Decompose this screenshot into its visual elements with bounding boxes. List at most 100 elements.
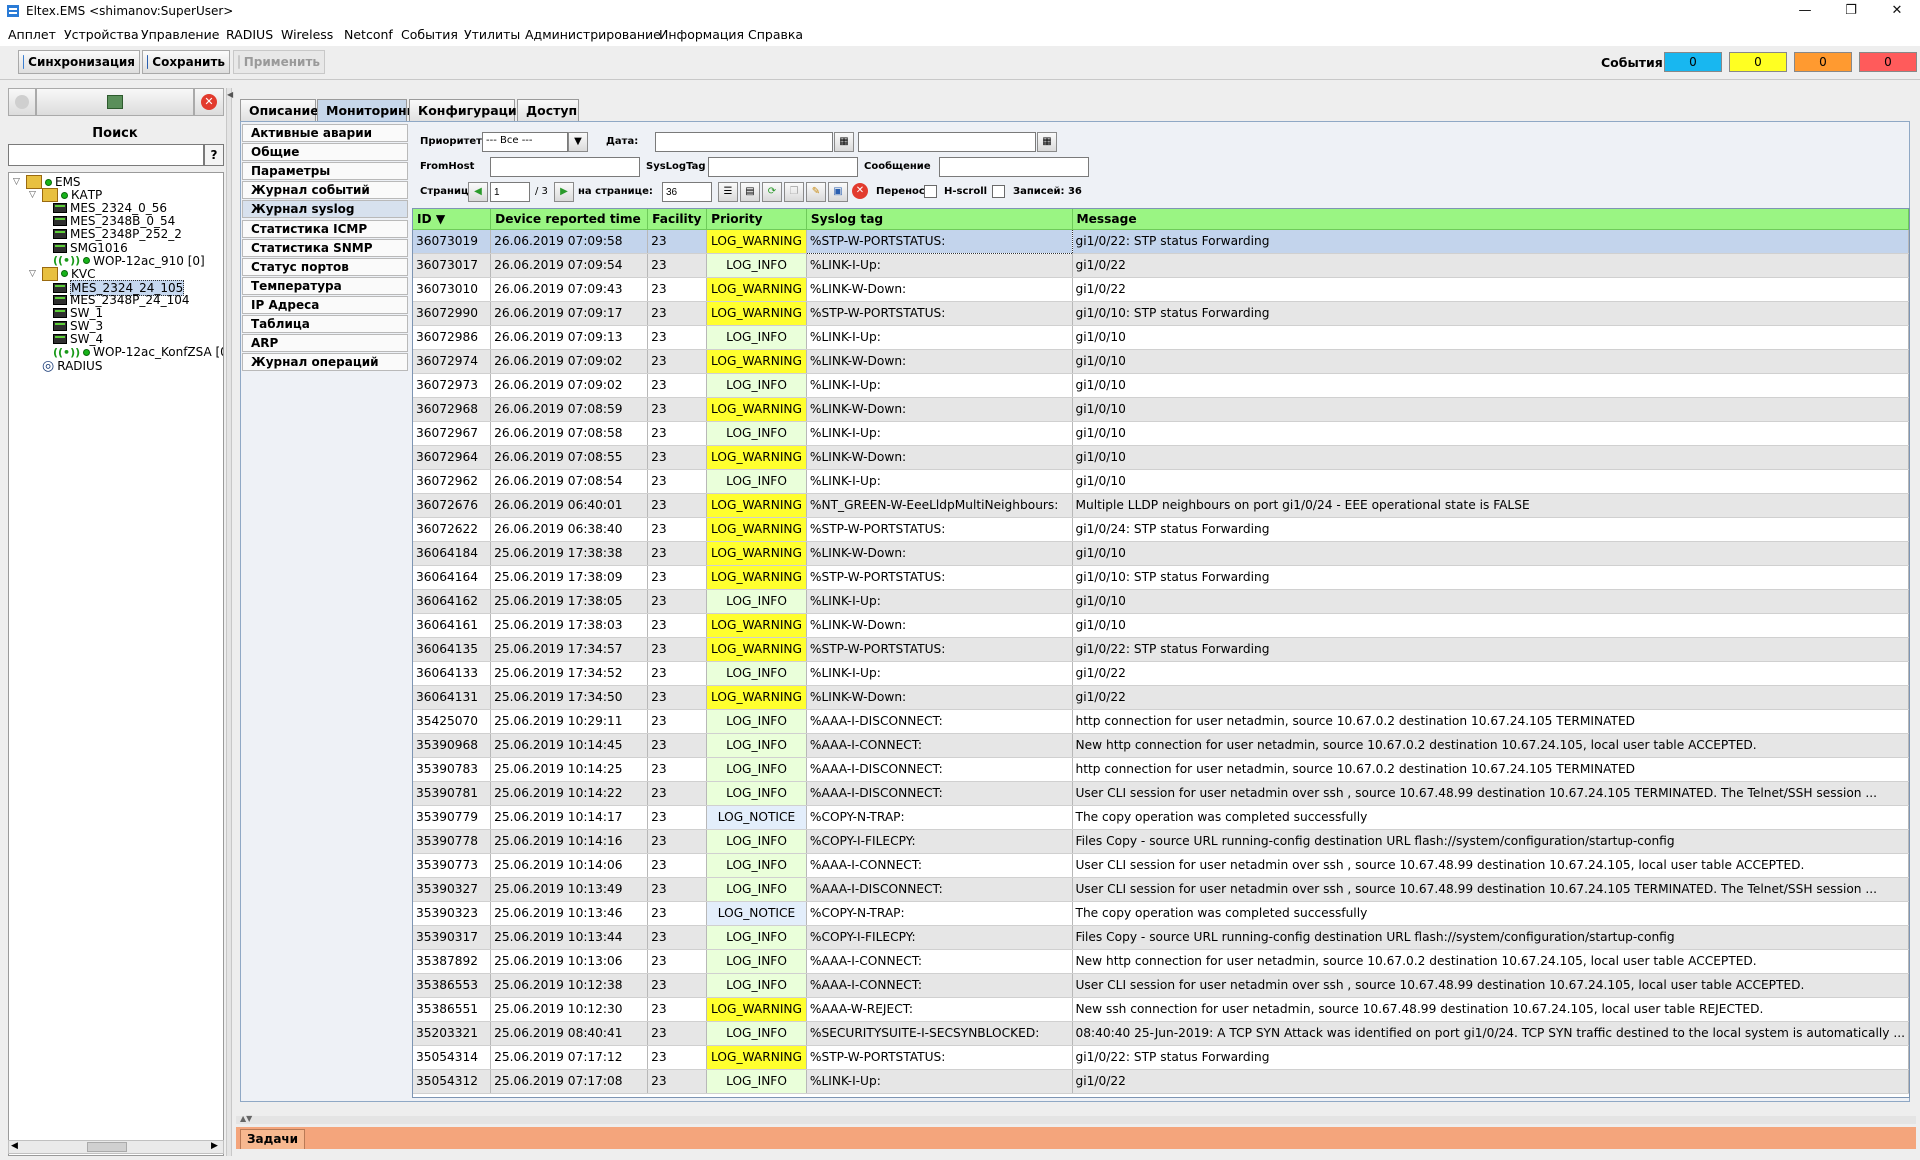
column-header-time[interactable]: Device reported time	[490, 209, 649, 230]
subnav-item[interactable]: Статистика ICMP	[242, 219, 408, 238]
export-button[interactable]: ▣	[828, 182, 848, 202]
table-row[interactable]: 36064135 25.06.2019 17:34:57 23 LOG_WARNING…	[413, 637, 1909, 662]
table-row[interactable]: 36073017 26.06.2019 07:09:54 23 LOG_INFO %LI…	[413, 253, 1909, 278]
tasks-tab[interactable]: Задачи	[240, 1129, 306, 1149]
menu-devices[interactable]: Устройства	[64, 27, 139, 42]
add-device-button[interactable]	[36, 88, 194, 116]
hscroll-checkbox[interactable]	[992, 185, 1005, 198]
table-row[interactable]: 35054312 25.06.2019 07:17:08 23 LOG_INFO %LI…	[413, 1069, 1909, 1094]
prev-page-button[interactable]: ◀	[468, 182, 488, 202]
tree-item[interactable]: MES_2348P_252_2	[53, 227, 182, 241]
subnav-item[interactable]: ARP	[242, 334, 408, 353]
tree-item[interactable]: MES_2324_0_56	[53, 201, 167, 215]
column-header-id[interactable]: ID ▼	[413, 209, 492, 230]
table-row[interactable]: 35386551 25.06.2019 10:12:30 23 LOG_WARNING…	[413, 997, 1909, 1022]
menu-administration[interactable]: Администрирование	[525, 27, 661, 42]
table-row[interactable]: 35390778 25.06.2019 10:14:16 23 LOG_INFO %CO…	[413, 829, 1909, 854]
table-row[interactable]: 36064133 25.06.2019 17:34:52 23 LOG_INFO %LI…	[413, 661, 1909, 686]
copy-button[interactable]: ❐	[784, 182, 804, 202]
event-counter-info[interactable]: 0	[1664, 52, 1722, 72]
tab-description[interactable]: Описание	[240, 99, 319, 121]
scroll-thumb[interactable]	[87, 1142, 127, 1152]
menu-netconf[interactable]: Netconf	[344, 27, 393, 42]
delete-button[interactable]: ✕	[194, 88, 224, 116]
tree-item[interactable]: MES_2348P_24_104	[53, 293, 190, 307]
table-row[interactable]: 36064162 25.06.2019 17:38:05 23 LOG_INFO %LI…	[413, 589, 1909, 614]
priority-select[interactable]: --- Все ---	[482, 132, 568, 152]
disabled-circle-button[interactable]	[8, 88, 36, 116]
message-input[interactable]	[939, 157, 1089, 177]
syslogtag-input[interactable]	[708, 157, 858, 177]
table-row[interactable]: 35390781 25.06.2019 10:14:22 23 LOG_INFO %AA…	[413, 781, 1909, 806]
table-row[interactable]: 36072967 26.06.2019 07:08:58 23 LOG_INFO %LI…	[413, 421, 1909, 446]
table-view-button[interactable]: ☰	[718, 182, 738, 202]
panel-splitter[interactable]: ◀	[226, 88, 233, 1156]
subnav-item[interactable]: Активные аварии	[242, 124, 408, 142]
menu-management[interactable]: Управление	[141, 27, 219, 42]
table-row[interactable]: 36064161 25.06.2019 17:38:03 23 LOG_WARNING…	[413, 613, 1909, 638]
subnav-item[interactable]: IP Адреса	[242, 295, 408, 314]
column-header-priority[interactable]: Priority	[706, 209, 807, 230]
subnav-item[interactable]: Статус портов	[242, 257, 408, 276]
tree-item[interactable]: ▽ EMS	[13, 175, 81, 189]
table-row[interactable]: 35387892 25.06.2019 10:13:06 23 LOG_INFO %AA…	[413, 949, 1909, 974]
columns-button[interactable]: ▤	[740, 182, 760, 202]
scroll-right-icon[interactable]: ▶	[211, 1141, 218, 1151]
expand-toggle-icon[interactable]: ▽	[29, 269, 39, 279]
sync-button[interactable]: Синхронизация	[18, 50, 140, 74]
tree-item[interactable]: SW_3	[53, 319, 103, 333]
collapse-icon[interactable]: ◀	[227, 90, 233, 99]
tree-item[interactable]: ▽ KVC	[29, 266, 95, 281]
column-header-message[interactable]: Message	[1072, 209, 1909, 230]
date-from-input[interactable]	[655, 132, 833, 152]
menu-radius[interactable]: RADIUS	[226, 27, 273, 42]
table-row[interactable]: 35054314 25.06.2019 07:17:12 23 LOG_WARNING…	[413, 1045, 1909, 1070]
subnav-item[interactable]: Статистика SNMP	[242, 238, 408, 257]
tree-item[interactable]: ▽ КАТР	[29, 188, 102, 203]
subnav-item[interactable]: Таблица маршрутизации	[242, 315, 408, 345]
menu-utilities[interactable]: Утилиты	[464, 27, 520, 42]
page-number-input[interactable]	[490, 182, 530, 202]
table-row[interactable]: 36072676 26.06.2019 06:40:01 23 LOG_WARNING…	[413, 493, 1909, 518]
tree-item[interactable]: MES_2348B_0_54	[53, 214, 175, 228]
table-row[interactable]: 36073019 26.06.2019 07:09:58 23 LOG_WARNING…	[413, 228, 1909, 254]
menu-applet[interactable]: Апплет	[8, 27, 56, 42]
date-to-input[interactable]	[858, 132, 1036, 152]
menu-wireless[interactable]: Wireless	[281, 27, 333, 42]
search-help-button[interactable]: ?	[204, 144, 224, 166]
expand-toggle-icon[interactable]: ▽	[13, 177, 23, 187]
table-row[interactable]: 35390779 25.06.2019 10:14:17 23 LOG_NOTICE%…	[413, 805, 1909, 830]
tree-item[interactable]: ((•)) WOP-12ac_KonfZSA [0]	[53, 345, 223, 359]
table-row[interactable]: 36072986 26.06.2019 07:09:13 23 LOG_INFO %LI…	[413, 325, 1909, 350]
table-row[interactable]: 36072962 26.06.2019 07:08:54 23 LOG_INFO %LI…	[413, 469, 1909, 494]
table-row[interactable]: 36073010 26.06.2019 07:09:43 23 LOG_WARNING…	[413, 277, 1909, 302]
table-row[interactable]: 36072973 26.06.2019 07:09:02 23 LOG_INFO %LI…	[413, 373, 1909, 398]
table-row[interactable]: 36072964 26.06.2019 07:08:55 23 LOG_WARNING…	[413, 445, 1909, 470]
tree-item[interactable]: SMG1016	[53, 241, 128, 255]
subnav-item[interactable]: Общие	[242, 143, 408, 162]
calendar-from-button[interactable]: ▦	[834, 132, 854, 152]
column-header-facility[interactable]: Facility	[647, 209, 708, 230]
calendar-to-button[interactable]: ▦	[1037, 132, 1057, 152]
minimize-icon[interactable]: —	[1782, 0, 1828, 24]
table-row[interactable]: 35203321 25.06.2019 08:40:41 23 LOG_INFO %SE…	[413, 1021, 1909, 1046]
event-counter-major[interactable]: 0	[1794, 52, 1852, 72]
scroll-left-icon[interactable]: ◀	[11, 1141, 18, 1151]
per-page-input[interactable]	[662, 182, 712, 202]
table-row[interactable]: 36072622 26.06.2019 06:38:40 23 LOG_WARNING…	[413, 517, 1909, 542]
table-row[interactable]: 35386553 25.06.2019 10:12:38 23 LOG_INFO %AA…	[413, 973, 1909, 998]
tab-access[interactable]: Доступ	[517, 99, 579, 121]
tree-horizontal-scrollbar[interactable]: ◀ ▶	[8, 1140, 224, 1154]
priority-dropdown-button[interactable]: ▼	[568, 132, 588, 152]
subnav-item[interactable]: Журнал событий	[242, 181, 408, 200]
table-row[interactable]: 35390327 25.06.2019 10:13:49 23 LOG_INFO %AA…	[413, 877, 1909, 902]
tab-configuration[interactable]: Конфигурация	[409, 99, 525, 121]
table-row[interactable]: 36064131 25.06.2019 17:34:50 23 LOG_WARNING…	[413, 685, 1909, 710]
fromhost-input[interactable]	[490, 157, 640, 177]
table-row[interactable]: 36064184 25.06.2019 17:38:38 23 LOG_WARNING…	[413, 541, 1909, 566]
restore-icon[interactable]: ❐	[1828, 0, 1874, 24]
tree-item[interactable]: ◎ RADIUS	[29, 358, 102, 374]
table-row[interactable]: 35390317 25.06.2019 10:13:44 23 LOG_INFO %CO…	[413, 925, 1909, 950]
table-row[interactable]: 35425070 25.06.2019 10:29:11 23 LOG_INFO %AA…	[413, 709, 1909, 734]
expand-toggle-icon[interactable]: ▽	[29, 190, 39, 200]
